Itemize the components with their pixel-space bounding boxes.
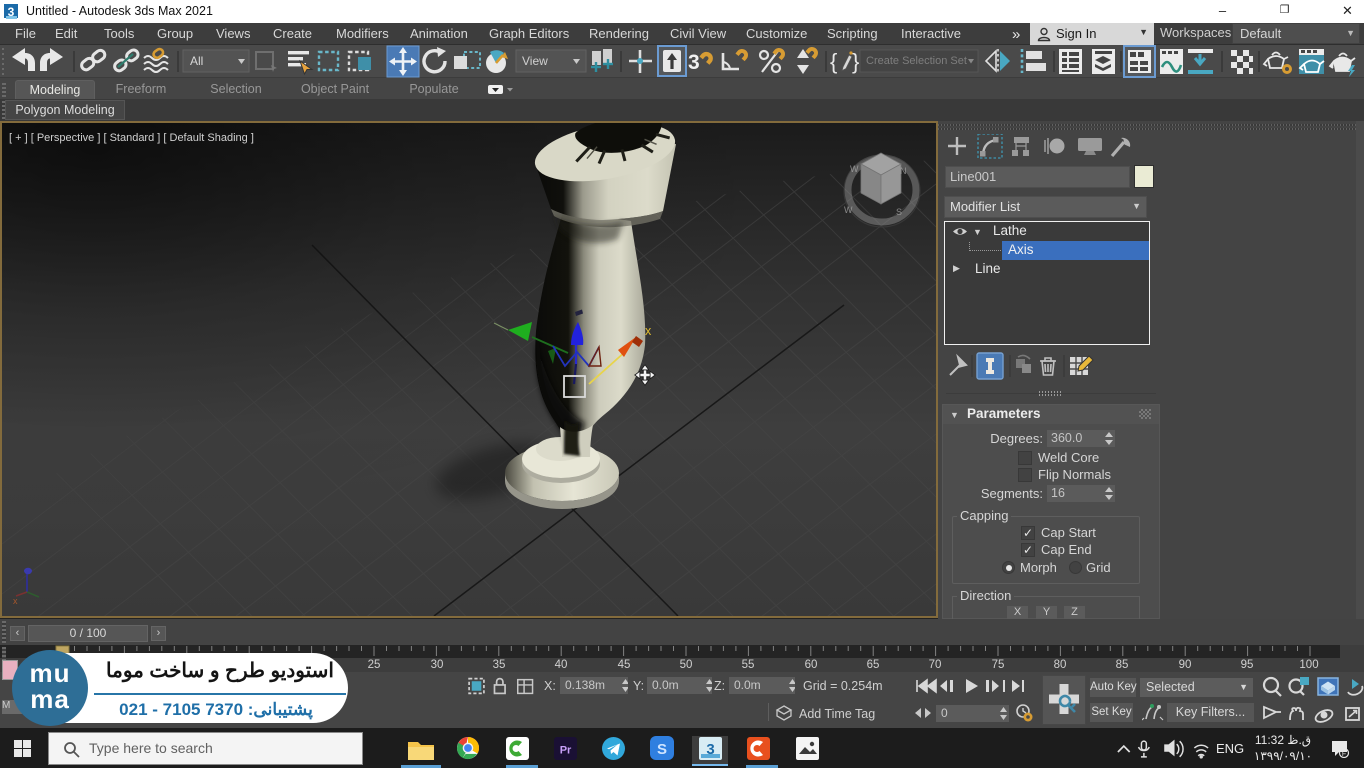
svg-text:70: 70: [929, 659, 942, 671]
svg-text:90: 90: [1179, 659, 1192, 671]
svg-text:25: 25: [368, 659, 381, 671]
svg-text:100: 100: [1299, 659, 1318, 671]
svg-text:W: W: [844, 205, 853, 215]
svg-text:Create Selection Set: Create Selection Set: [866, 55, 967, 67]
svg-text:[ + ] [ Perspective ] [ Standa: [ + ] [ Perspective ] [ Standard ] [ Def…: [9, 132, 254, 144]
svg-text:All: All: [190, 54, 203, 68]
svg-text:Pr: Pr: [560, 745, 572, 757]
svg-text:80: 80: [1054, 659, 1067, 671]
svg-text:W: W: [850, 164, 859, 174]
svg-text:95: 95: [1241, 659, 1254, 671]
svg-text:S: S: [657, 741, 667, 758]
svg-text:55: 55: [742, 659, 755, 671]
svg-text:50: 50: [680, 659, 693, 671]
svg-text:View: View: [522, 54, 548, 68]
svg-text:{: {: [830, 49, 837, 74]
svg-text:S: S: [896, 207, 902, 217]
svg-text:F: F: [1342, 751, 1346, 758]
svg-text:x: x: [645, 324, 652, 338]
svg-text:}: }: [852, 49, 859, 74]
svg-text:3: 3: [688, 51, 700, 74]
svg-text:85: 85: [1116, 659, 1129, 671]
svg-text:40: 40: [555, 659, 568, 671]
svg-text:N: N: [900, 166, 907, 176]
svg-text:75: 75: [992, 659, 1005, 671]
svg-text:30: 30: [431, 659, 444, 671]
svg-text:x: x: [13, 596, 18, 606]
svg-text:60: 60: [805, 659, 818, 671]
svg-text:45: 45: [618, 659, 631, 671]
svg-text:65: 65: [867, 659, 880, 671]
svg-text:35: 35: [493, 659, 506, 671]
